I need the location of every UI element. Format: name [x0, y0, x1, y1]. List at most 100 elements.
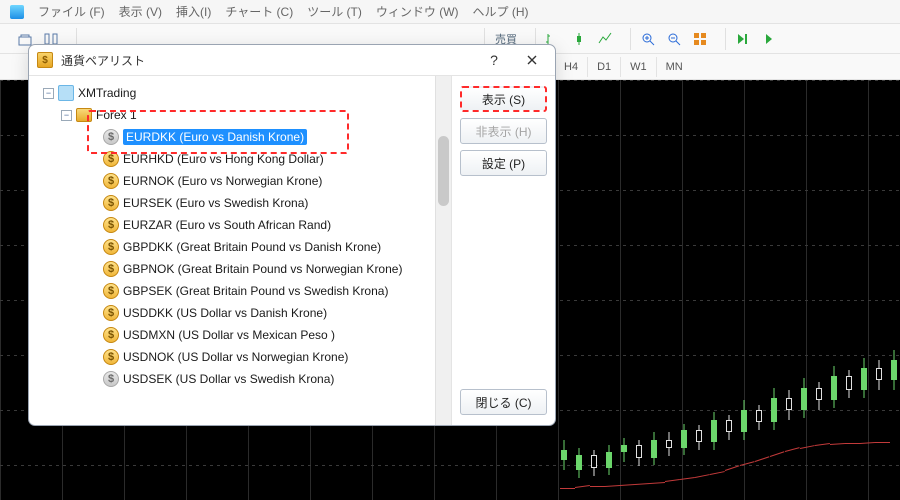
currency-icon: $ [103, 239, 119, 255]
symbol-row[interactable]: $ USDSEK (US Dollar vs Swedish Krona) [39, 368, 449, 390]
candle [815, 80, 823, 500]
tree-folder[interactable]: − Forex 1 [39, 104, 449, 126]
tree-folder-label: Forex 1 [96, 106, 137, 124]
candle [590, 80, 598, 500]
menu-insert[interactable]: 挿入(I) [176, 3, 211, 20]
currency-icon: $ [103, 195, 119, 211]
candle [695, 80, 703, 500]
settings-button[interactable]: 設定 (P) [460, 150, 547, 176]
app-logo-icon [10, 5, 24, 19]
close-button[interactable]: 閉じる (C) [460, 389, 547, 415]
collapse-icon[interactable]: − [61, 110, 72, 121]
timeframe-w1[interactable]: W1 [620, 57, 656, 77]
scrollbar-thumb[interactable] [438, 136, 449, 206]
symbol-label: GBPNOK (Great Britain Pound vs Norwegian… [123, 260, 402, 278]
symbol-row[interactable]: $ EURHKD (Euro vs Hong Kong Dollar) [39, 148, 449, 170]
symbol-row[interactable]: $ USDNOK (US Dollar vs Norwegian Krone) [39, 346, 449, 368]
candle [845, 80, 853, 500]
candle [860, 80, 868, 500]
folder-icon [76, 108, 92, 122]
menu-chart[interactable]: チャート (C) [225, 3, 293, 20]
scrollbar[interactable] [435, 76, 451, 425]
scroll-end-icon[interactable] [732, 28, 754, 50]
line-chart-icon[interactable] [594, 28, 616, 50]
menu-view[interactable]: 表示 (V) [119, 3, 162, 20]
candle [725, 80, 733, 500]
menu-file[interactable]: ファイル (F) [38, 3, 105, 20]
menu-window[interactable]: ウィンドウ (W) [376, 3, 459, 20]
zoom-in-icon[interactable] [637, 28, 659, 50]
server-icon [58, 85, 74, 101]
candle [635, 80, 643, 500]
symbol-row[interactable]: $ EURZAR (Euro vs South African Rand) [39, 214, 449, 236]
dialog-icon: $ [37, 52, 53, 68]
dialog-button-panel: 表示 (S) 非表示 (H) 設定 (P) 閉じる (C) [451, 76, 555, 425]
app-window: ファイル (F) 表示 (V) 挿入(I) チャート (C) ツール (T) ウ… [0, 0, 900, 500]
candle [830, 80, 838, 500]
menu-help[interactable]: ヘルプ (H) [473, 3, 529, 20]
candle [755, 80, 763, 500]
candle [890, 80, 898, 500]
candle [710, 80, 718, 500]
symbol-row[interactable]: $ EURDKK (Euro vs Danish Krone) [39, 126, 449, 148]
symbol-label: USDSEK (US Dollar vs Swedish Krona) [123, 370, 334, 388]
symbol-row[interactable]: $ EURSEK (Euro vs Swedish Krona) [39, 192, 449, 214]
symbol-row[interactable]: $ GBPSEK (Great Britain Pound vs Swedish… [39, 280, 449, 302]
timeframe-h4[interactable]: H4 [555, 57, 587, 77]
symbol-row[interactable]: $ EURNOK (Euro vs Norwegian Krone) [39, 170, 449, 192]
symbols-dialog: $ 通貨ペアリスト ? − XMTrading− Forex 1$ EURDKK… [28, 44, 556, 426]
hide-button[interactable]: 非表示 (H) [460, 118, 547, 144]
candle [560, 80, 568, 500]
currency-icon: $ [103, 151, 119, 167]
currency-icon: $ [103, 349, 119, 365]
symbol-label: EURSEK (Euro vs Swedish Krona) [123, 194, 308, 212]
menubar: ファイル (F) 表示 (V) 挿入(I) チャート (C) ツール (T) ウ… [0, 0, 900, 24]
symbol-label: USDDKK (US Dollar vs Danish Krone) [123, 304, 327, 322]
collapse-icon[interactable]: − [43, 88, 54, 99]
tree-root-label: XMTrading [78, 84, 136, 102]
candlestick-icon[interactable] [568, 28, 590, 50]
candle [665, 80, 673, 500]
symbol-row[interactable]: $ GBPDKK (Great Britain Pound vs Danish … [39, 236, 449, 258]
symbol-row[interactable]: $ USDMXN (US Dollar vs Mexican Peso ) [39, 324, 449, 346]
currency-icon: $ [103, 283, 119, 299]
candle [875, 80, 883, 500]
menu-tools[interactable]: ツール (T) [307, 3, 362, 20]
symbol-label: USDNOK (US Dollar vs Norwegian Krone) [123, 348, 348, 366]
currency-icon: $ [103, 327, 119, 343]
symbol-row[interactable]: $ GBPNOK (Great Britain Pound vs Norwegi… [39, 258, 449, 280]
close-icon[interactable] [517, 48, 547, 72]
candle [680, 80, 688, 500]
candle [605, 80, 613, 500]
currency-icon: $ [103, 371, 119, 387]
dialog-title: 通貨ペアリスト [61, 52, 471, 69]
symbol-label: EURHKD (Euro vs Hong Kong Dollar) [123, 150, 324, 168]
currency-icon: $ [103, 217, 119, 233]
symbol-label: EURZAR (Euro vs South African Rand) [123, 216, 331, 234]
candle [575, 80, 583, 500]
help-button[interactable]: ? [479, 48, 509, 72]
timeframe-d1[interactable]: D1 [587, 57, 620, 77]
candle [620, 80, 628, 500]
candle [785, 80, 793, 500]
symbol-tree[interactable]: − XMTrading− Forex 1$ EURDKK (Euro vs Da… [29, 76, 451, 425]
shift-chart-icon[interactable] [758, 28, 780, 50]
symbol-label: USDMXN (US Dollar vs Mexican Peso ) [123, 326, 335, 344]
tree-root[interactable]: − XMTrading [39, 82, 449, 104]
symbol-label: EURNOK (Euro vs Norwegian Krone) [123, 172, 322, 190]
currency-icon: $ [103, 261, 119, 277]
symbol-label: GBPDKK (Great Britain Pound vs Danish Kr… [123, 238, 381, 256]
symbol-row[interactable]: $ USDDKK (US Dollar vs Danish Krone) [39, 302, 449, 324]
candle [770, 80, 778, 500]
grid-layout-icon[interactable] [689, 28, 711, 50]
candle [650, 80, 658, 500]
currency-icon: $ [103, 173, 119, 189]
currency-icon: $ [103, 129, 119, 145]
show-button[interactable]: 表示 (S) [460, 86, 547, 112]
currency-icon: $ [103, 305, 119, 321]
zoom-out-icon[interactable] [663, 28, 685, 50]
symbol-label: GBPSEK (Great Britain Pound vs Swedish K… [123, 282, 388, 300]
candle [740, 80, 748, 500]
timeframe-mn[interactable]: MN [656, 57, 692, 77]
dialog-titlebar[interactable]: $ 通貨ペアリスト ? [29, 45, 555, 75]
